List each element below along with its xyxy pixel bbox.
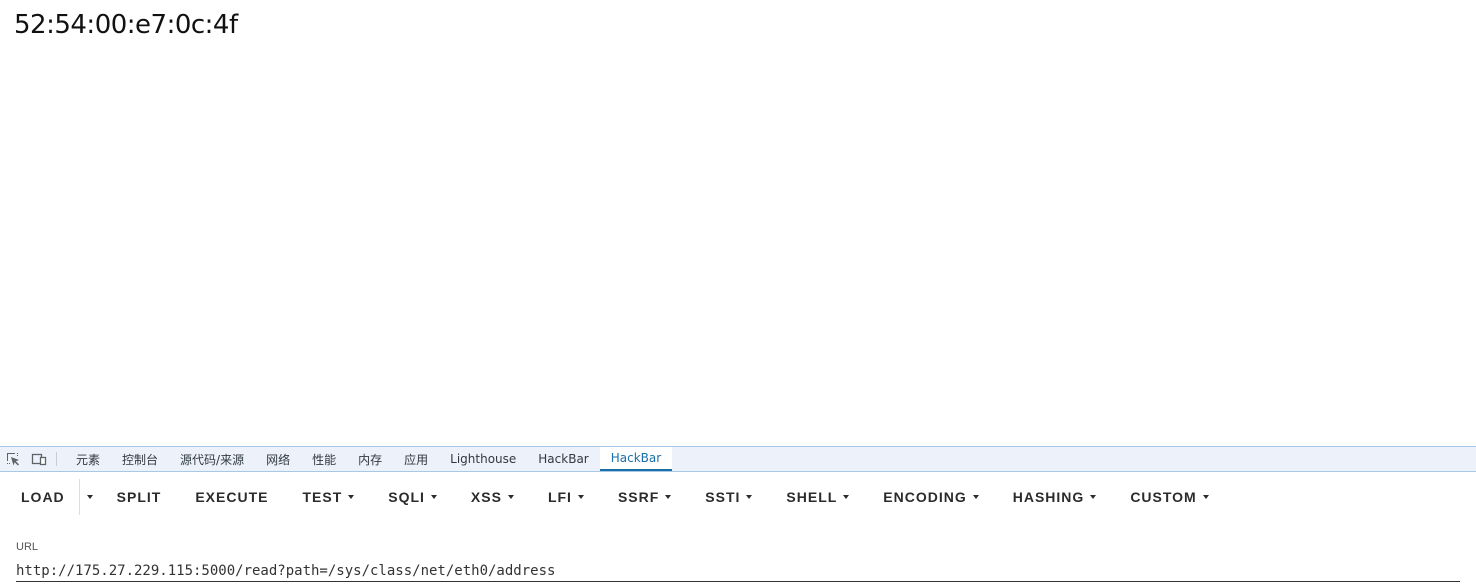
tab-application[interactable]: 应用 (393, 447, 439, 471)
browser-viewport: 52:54:00:e7:0c:4f 元素 控制台 源代码/来源 网络 性能 内存 应用 Lig… (0, 0, 1476, 586)
tab-hackbar-2[interactable]: HackBar (599, 447, 673, 471)
tab-elements[interactable]: 元素 (65, 447, 111, 471)
devtools-tabbar: 元素 控制台 源代码/来源 网络 性能 内存 应用 Lighthouse HackBar Hack… (0, 446, 1476, 472)
tab-console[interactable]: 控制台 (111, 447, 169, 471)
inspect-element-icon[interactable] (0, 447, 26, 471)
load-dropdown-button[interactable] (80, 479, 100, 515)
tab-performance[interactable]: 性能 (301, 447, 347, 471)
toolbar-divider (56, 452, 57, 466)
shell-button-label: SHELL (786, 489, 838, 505)
custom-button[interactable]: CUSTOM (1113, 479, 1225, 515)
caret-down-icon (430, 495, 437, 499)
split-button[interactable]: SPLIT (100, 479, 179, 515)
ssti-button[interactable]: SSTI (688, 479, 769, 515)
device-toolbar-icon[interactable] (26, 447, 52, 471)
load-button[interactable]: LOAD (0, 479, 79, 515)
caret-down-icon (746, 495, 753, 499)
tab-sources[interactable]: 源代码/来源 (169, 447, 255, 471)
hashing-button[interactable]: HASHING (996, 479, 1114, 515)
split-button-label: SPLIT (116, 489, 162, 505)
tab-hackbar-1[interactable]: HackBar (527, 447, 599, 471)
tab-lighthouse[interactable]: Lighthouse (439, 447, 527, 471)
caret-down-icon (507, 495, 514, 499)
execute-button-label: EXECUTE (195, 489, 269, 505)
devtools-panel: 元素 控制台 源代码/来源 网络 性能 内存 应用 Lighthouse HackBar Hack… (0, 446, 1476, 586)
xss-button[interactable]: XSS (454, 479, 531, 515)
execute-button[interactable]: EXECUTE (178, 479, 285, 515)
caret-down-icon (1202, 495, 1209, 499)
lfi-button-label: LFI (547, 489, 572, 505)
caret-down-icon (843, 495, 850, 499)
encoding-button[interactable]: ENCODING (866, 479, 995, 515)
url-input[interactable] (16, 561, 1460, 582)
caret-down-icon (972, 495, 979, 499)
caret-down-icon (665, 495, 672, 499)
tab-memory[interactable]: 内存 (347, 447, 393, 471)
sqli-button[interactable]: SQLI (371, 479, 454, 515)
caret-down-icon (1090, 495, 1097, 499)
hackbar-toolbar: LOAD SPLIT EXECUTE TEST SQLI XSS LFI SSRF SSTI S… (0, 472, 1476, 522)
lfi-button[interactable]: LFI (531, 479, 601, 515)
url-label: URL (16, 541, 39, 553)
mac-address-text: 52:54:00:e7:0c:4f (14, 10, 238, 40)
caret-down-icon (577, 495, 584, 499)
xss-button-label: XSS (470, 489, 502, 505)
test-button-label: TEST (302, 489, 343, 505)
hackbar-buttons: SPLIT EXECUTE TEST SQLI XSS LFI SSRF SSTI SHELL E… (100, 479, 1226, 515)
ssrf-button[interactable]: SSRF (601, 479, 688, 515)
ssti-button-label: SSTI (705, 489, 741, 505)
tab-network[interactable]: 网络 (255, 447, 301, 471)
caret-down-icon (348, 495, 355, 499)
url-section: URL (0, 541, 1476, 582)
ssrf-button-label: SSRF (617, 489, 660, 505)
load-button-group: LOAD (0, 479, 100, 515)
custom-button-label: CUSTOM (1130, 489, 1197, 505)
hashing-button-label: HASHING (1012, 489, 1085, 505)
caret-down-icon (86, 495, 93, 499)
sqli-button-label: SQLI (388, 489, 425, 505)
test-button[interactable]: TEST (285, 479, 371, 515)
page-content: 52:54:00:e7:0c:4f (0, 0, 1476, 446)
shell-button[interactable]: SHELL (769, 479, 866, 515)
devtools-tabs: 元素 控制台 源代码/来源 网络 性能 内存 应用 Lighthouse HackBar Hack… (65, 447, 673, 471)
encoding-button-label: ENCODING (883, 489, 967, 505)
